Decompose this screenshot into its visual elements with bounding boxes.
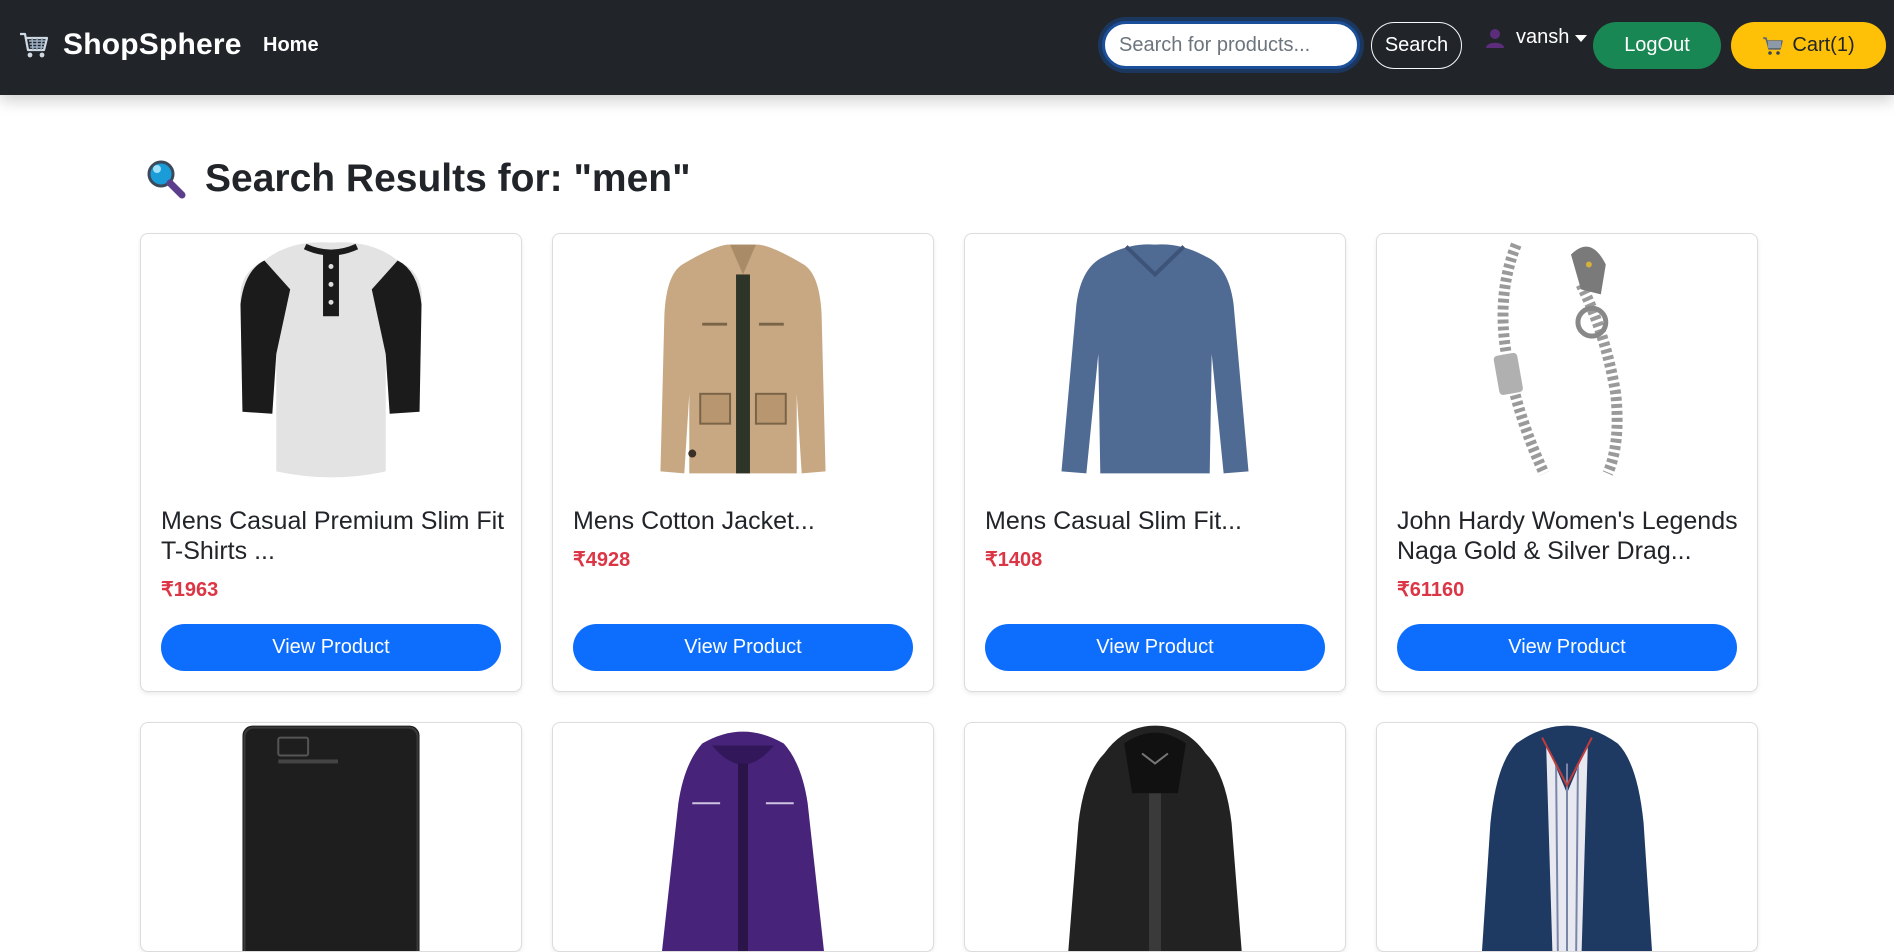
product-image[interactable]: [553, 723, 933, 952]
product-price: ₹1408: [985, 549, 1043, 571]
product-price: ₹4928: [573, 549, 631, 571]
search-button[interactable]: Search: [1371, 22, 1462, 69]
product-card: [552, 722, 934, 952]
product-image[interactable]: [965, 234, 1345, 486]
view-product-button[interactable]: View Product: [1397, 624, 1737, 671]
cart-button[interactable]: Cart(1): [1731, 22, 1886, 69]
magnifier-icon: [147, 160, 186, 199]
product-card: John Hardy Women's Legends Naga Gold & S…: [1376, 233, 1758, 692]
nav-home-link[interactable]: Home: [263, 34, 319, 57]
product-card: [1376, 722, 1758, 952]
product-title: John Hardy Women's Legends Naga Gold & S…: [1397, 507, 1738, 565]
view-product-button[interactable]: View Product: [161, 624, 501, 671]
product-image[interactable]: [965, 723, 1345, 952]
product-image[interactable]: [141, 723, 521, 952]
username: vansh: [1516, 26, 1570, 48]
product-price: ₹61160: [1397, 579, 1465, 601]
view-product-button[interactable]: View Product: [985, 624, 1325, 671]
product-card: [964, 722, 1346, 952]
product-price: ₹1963: [161, 579, 219, 601]
product-image[interactable]: [141, 234, 521, 486]
product-image[interactable]: [553, 234, 933, 486]
product-card: [140, 722, 522, 952]
cart-label: Cart(1): [1792, 34, 1855, 56]
page-heading: Search Results for: "men": [145, 157, 691, 201]
user-menu-dropdown[interactable]: vansh: [1484, 26, 1588, 49]
view-product-button[interactable]: View Product: [573, 624, 913, 671]
search-input[interactable]: [1102, 21, 1360, 69]
product-image[interactable]: [1377, 234, 1757, 486]
product-title: Mens Casual Slim Fit...: [985, 507, 1243, 535]
product-card: Mens Casual Premium Slim Fit T-Shirts ..…: [140, 233, 522, 692]
logout-button[interactable]: LogOut: [1593, 22, 1721, 69]
product-image[interactable]: [1377, 723, 1757, 952]
search-results-heading: Search Results for: "men": [205, 157, 691, 200]
user-icon: [1486, 28, 1504, 48]
brand-name: ShopSphere: [63, 28, 242, 61]
shopping-cart-icon: [20, 32, 49, 58]
product-card: Mens Cotton Jacket... ₹4928 View Product: [552, 233, 934, 692]
product-card: Mens Casual Slim Fit... ₹1408 View Produ…: [964, 233, 1346, 692]
cart-icon: [1763, 36, 1784, 55]
navbar: ShopSphere Home Search vansh LogOut Cart…: [0, 0, 1894, 95]
product-title: Mens Casual Premium Slim Fit T-Shirts ..…: [161, 507, 505, 565]
caret-down-icon: [1575, 35, 1588, 42]
product-title: Mens Cotton Jacket...: [573, 507, 815, 535]
brand[interactable]: ShopSphere: [18, 28, 242, 62]
